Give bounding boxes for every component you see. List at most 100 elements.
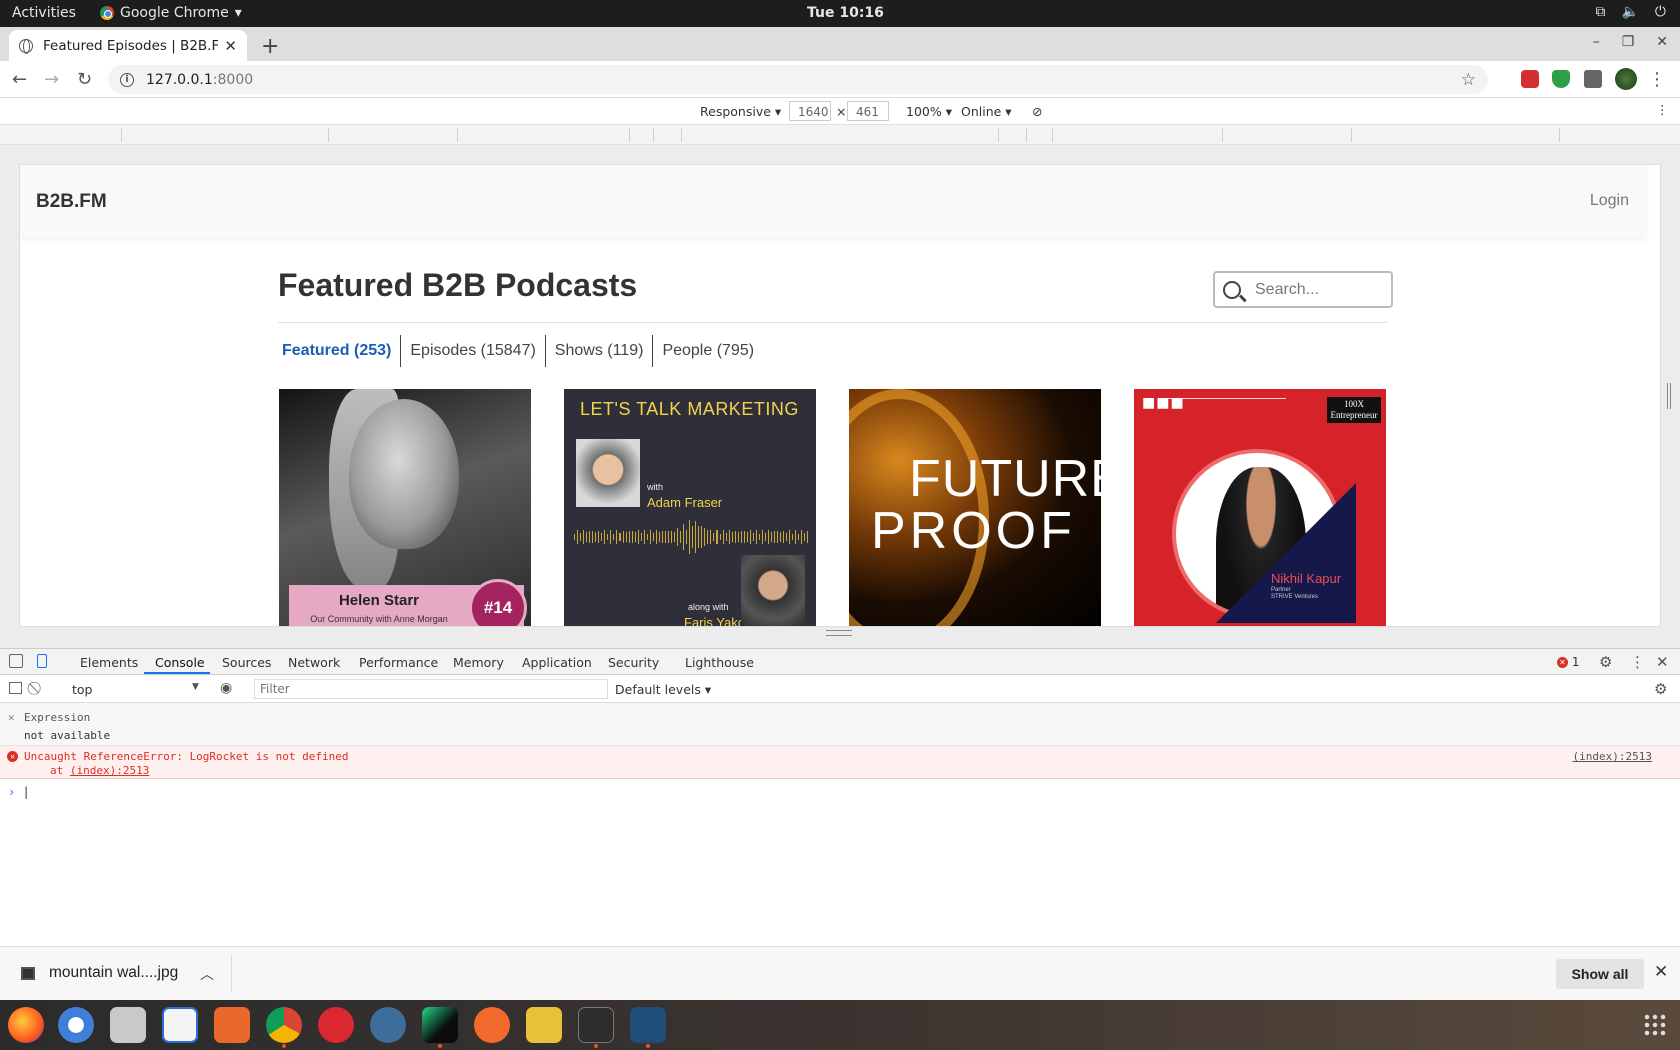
show-all-button[interactable]: Show all bbox=[1556, 959, 1644, 989]
clock[interactable]: Tue 10:16 bbox=[807, 5, 884, 21]
stack-link[interactable]: (index):2513 bbox=[70, 764, 149, 777]
software-center-icon[interactable] bbox=[214, 1007, 250, 1043]
waveform-bar bbox=[574, 534, 576, 540]
viewport-bottom-resize-handle[interactable] bbox=[826, 630, 852, 636]
tab-people[interactable]: People (795) bbox=[652, 335, 763, 367]
error-counter[interactable]: ✕ 1 bbox=[1557, 655, 1579, 669]
extension-red-icon[interactable] bbox=[1521, 70, 1539, 88]
device-toggle-icon[interactable] bbox=[37, 654, 47, 668]
chrome-dock-icon[interactable] bbox=[266, 1007, 302, 1043]
browser-tab[interactable]: Featured Episodes | B2B.F ✕ bbox=[9, 30, 247, 61]
waveform-bar bbox=[625, 531, 627, 543]
error-count: 1 bbox=[1571, 655, 1580, 669]
chevron-up-icon[interactable]: ︿ bbox=[200, 964, 214, 984]
device-toolbar-menu-icon[interactable]: ⋮ bbox=[1656, 102, 1669, 117]
pycharm-icon[interactable] bbox=[422, 1007, 458, 1043]
firefox-icon[interactable] bbox=[8, 1007, 44, 1043]
waveform-bar bbox=[795, 530, 797, 544]
address-bar[interactable]: i 127.0.0.1:8000 ☆ bbox=[108, 65, 1488, 94]
devtools-close-icon[interactable]: ✕ bbox=[1656, 653, 1669, 671]
download-filename[interactable]: mountain wal....jpg bbox=[49, 964, 178, 982]
reload-icon[interactable]: ↻ bbox=[77, 69, 92, 90]
chrome-menu-icon[interactable]: ⋮ bbox=[1648, 69, 1666, 90]
viewport-side-resize-handle[interactable] bbox=[1667, 383, 1671, 409]
media-query-ruler[interactable] bbox=[0, 125, 1680, 145]
console-filter-input[interactable] bbox=[254, 679, 608, 699]
search-input[interactable] bbox=[1255, 280, 1375, 299]
terminal-icon[interactable] bbox=[578, 1007, 614, 1043]
tab-console[interactable]: Console bbox=[155, 655, 205, 670]
settings-gear-icon[interactable]: ⚙ bbox=[1599, 653, 1612, 671]
window-close-icon[interactable]: ✕ bbox=[1656, 34, 1668, 50]
waveform-bar bbox=[601, 532, 603, 542]
waveform-bar bbox=[746, 532, 748, 542]
live-expression-eye-icon[interactable]: ◉ bbox=[220, 680, 232, 696]
viewport-width-input[interactable]: 1640 bbox=[789, 101, 831, 121]
system-tray[interactable]: ⧉ 🔈 ⏻ bbox=[1595, 4, 1666, 20]
new-tab-icon[interactable]: + bbox=[261, 34, 279, 59]
search-box[interactable] bbox=[1213, 271, 1393, 308]
podcast-card[interactable]: ■■■ 100X Entrepreneur Nikhil Kapur Partne… bbox=[1134, 389, 1386, 626]
postman-icon[interactable] bbox=[474, 1007, 510, 1043]
context-chevron-icon[interactable]: ▼ bbox=[192, 682, 199, 692]
login-link[interactable]: Login bbox=[1590, 192, 1629, 210]
minimize-icon[interactable]: – bbox=[1593, 34, 1600, 50]
guest-photo bbox=[741, 555, 805, 626]
zoom-select[interactable]: 100% ▾ bbox=[906, 104, 952, 119]
context-select[interactable]: top bbox=[72, 682, 92, 697]
divider bbox=[278, 322, 1388, 323]
forward-icon[interactable]: → bbox=[44, 69, 59, 90]
log-levels-select[interactable]: Default levels ▾ bbox=[615, 682, 711, 697]
extension-shield-icon[interactable] bbox=[1552, 70, 1570, 88]
waveform-bar bbox=[628, 531, 630, 543]
sidebar-toggle-icon[interactable] bbox=[9, 682, 22, 694]
expression-label[interactable]: Expression bbox=[24, 711, 90, 724]
podcast-card[interactable]: FUTURE PROOF bbox=[849, 389, 1101, 626]
writer-icon[interactable] bbox=[162, 1007, 198, 1043]
show-applications-icon[interactable] bbox=[1643, 1013, 1667, 1037]
error-source-link[interactable]: (index):2513 bbox=[1573, 750, 1652, 763]
tab-lighthouse[interactable]: Lighthouse bbox=[685, 655, 754, 670]
waveform-bar bbox=[807, 530, 809, 544]
tab-security[interactable]: Security bbox=[608, 655, 659, 670]
profile-avatar[interactable] bbox=[1615, 68, 1637, 90]
network-throttle-select[interactable]: Online ▾ bbox=[961, 104, 1012, 119]
devtools-menu-icon[interactable]: ⋮ bbox=[1630, 653, 1645, 671]
chat-icon[interactable] bbox=[318, 1007, 354, 1043]
waveform-bar bbox=[725, 533, 727, 541]
notes-icon[interactable] bbox=[526, 1007, 562, 1043]
console-settings-icon[interactable]: ⚙ bbox=[1654, 680, 1667, 698]
close-shelf-icon[interactable]: ✕ bbox=[1654, 962, 1668, 982]
mysql-workbench-icon[interactable] bbox=[630, 1007, 666, 1043]
back-icon[interactable]: ← bbox=[12, 69, 27, 90]
files-icon[interactable] bbox=[110, 1007, 146, 1043]
tab-episodes[interactable]: Episodes (15847) bbox=[400, 335, 544, 367]
podcast-card[interactable]: LET'S TALK MARKETING with Adam Fraser al… bbox=[564, 389, 816, 626]
extensions-puzzle-icon[interactable] bbox=[1584, 70, 1602, 88]
device-mode-select[interactable]: Responsive ▾ bbox=[700, 104, 781, 119]
activities-button[interactable]: Activities bbox=[12, 5, 76, 21]
podcast-card[interactable]: Helen Starr Our Community with Anne Morg… bbox=[279, 389, 531, 626]
rotate-icon[interactable]: ⊘ bbox=[1032, 104, 1042, 119]
tab-shows[interactable]: Shows (119) bbox=[544, 335, 653, 367]
waveform-bar bbox=[716, 530, 718, 544]
tab-memory[interactable]: Memory bbox=[453, 655, 504, 670]
remove-expression-icon[interactable]: ✕ bbox=[8, 711, 15, 724]
tab-application[interactable]: Application bbox=[522, 655, 592, 670]
restore-icon[interactable]: ❐ bbox=[1622, 34, 1635, 50]
tab-elements[interactable]: Elements bbox=[80, 655, 138, 670]
tab-close-icon[interactable]: ✕ bbox=[224, 37, 237, 55]
bookmark-star-icon[interactable]: ☆ bbox=[1461, 70, 1476, 90]
site-brand[interactable]: B2B.FM bbox=[36, 191, 107, 213]
tab-network[interactable]: Network bbox=[288, 655, 340, 670]
postgres-icon[interactable] bbox=[370, 1007, 406, 1043]
console-prompt[interactable]: › | bbox=[8, 785, 30, 799]
app-menu[interactable]: Google Chrome ▾ bbox=[100, 5, 242, 21]
tab-sources[interactable]: Sources bbox=[222, 655, 271, 670]
tab-performance[interactable]: Performance bbox=[359, 655, 438, 670]
thunderbird-icon[interactable] bbox=[58, 1007, 94, 1043]
info-icon[interactable]: i bbox=[120, 72, 134, 87]
inspect-element-icon[interactable] bbox=[9, 654, 23, 668]
viewport-height-input[interactable]: 461 bbox=[847, 101, 889, 121]
tab-featured[interactable]: Featured (253) bbox=[278, 335, 400, 367]
